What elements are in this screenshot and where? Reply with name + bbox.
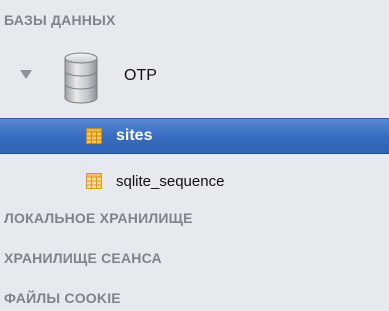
database-item-otp[interactable]: OTP (0, 50, 389, 106)
databases-section-header[interactable]: БАЗЫ ДАННЫХ (4, 12, 116, 28)
database-name-label: OTP (124, 67, 157, 84)
database-icon (64, 52, 98, 104)
table-name-label: sqlite_sequence (116, 173, 225, 190)
table-icon (86, 173, 102, 189)
table-icon (86, 128, 102, 144)
cookies-section-header[interactable]: ФАЙЛЫ COOKIE (4, 290, 121, 306)
table-item-sites[interactable]: sites (0, 118, 389, 154)
session-storage-section-header[interactable]: ХРАНИЛИЩЕ СЕАНСА (4, 250, 162, 266)
local-storage-section-header[interactable]: ЛОКАЛЬНОЕ ХРАНИЛИЩЕ (4, 210, 193, 226)
table-name-label: sites (116, 127, 153, 144)
storage-sidebar: БАЗЫ ДАННЫХ OTP sites sqlite_sequence ЛО… (0, 0, 389, 311)
disclosure-triangle-icon[interactable] (20, 70, 32, 79)
table-item-sqlite-sequence[interactable]: sqlite_sequence (0, 164, 389, 200)
